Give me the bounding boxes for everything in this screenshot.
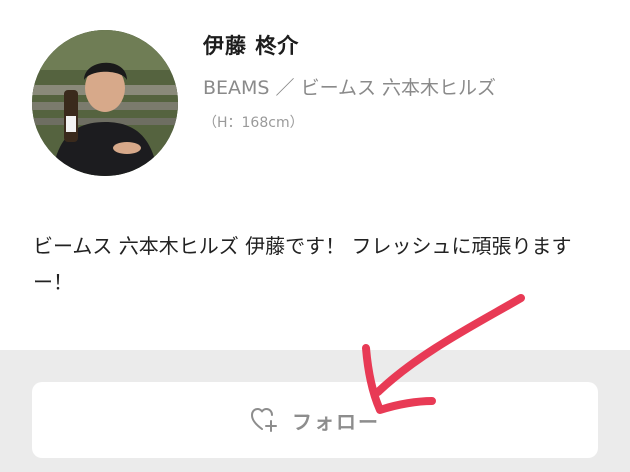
heart-plus-icon	[250, 407, 278, 433]
staff-bio: ビームス 六本木ヒルズ 伊藤です！ フレッシュに頑張りますー！	[33, 234, 572, 294]
avatar[interactable]	[32, 30, 178, 176]
staff-height: （H：168cm）	[203, 115, 304, 131]
staff-name: 伊藤 柊介	[203, 34, 300, 58]
shop-name[interactable]: BEAMS ／ ビームス 六本木ヒルズ	[203, 73, 496, 100]
follow-label: フォロー	[292, 409, 380, 434]
profile-card: 伊藤 柊介 BEAMS ／ ビームス 六本木ヒルズ （H：168cm） ビームス…	[0, 0, 630, 350]
follow-button[interactable]: フォロー	[32, 382, 598, 458]
